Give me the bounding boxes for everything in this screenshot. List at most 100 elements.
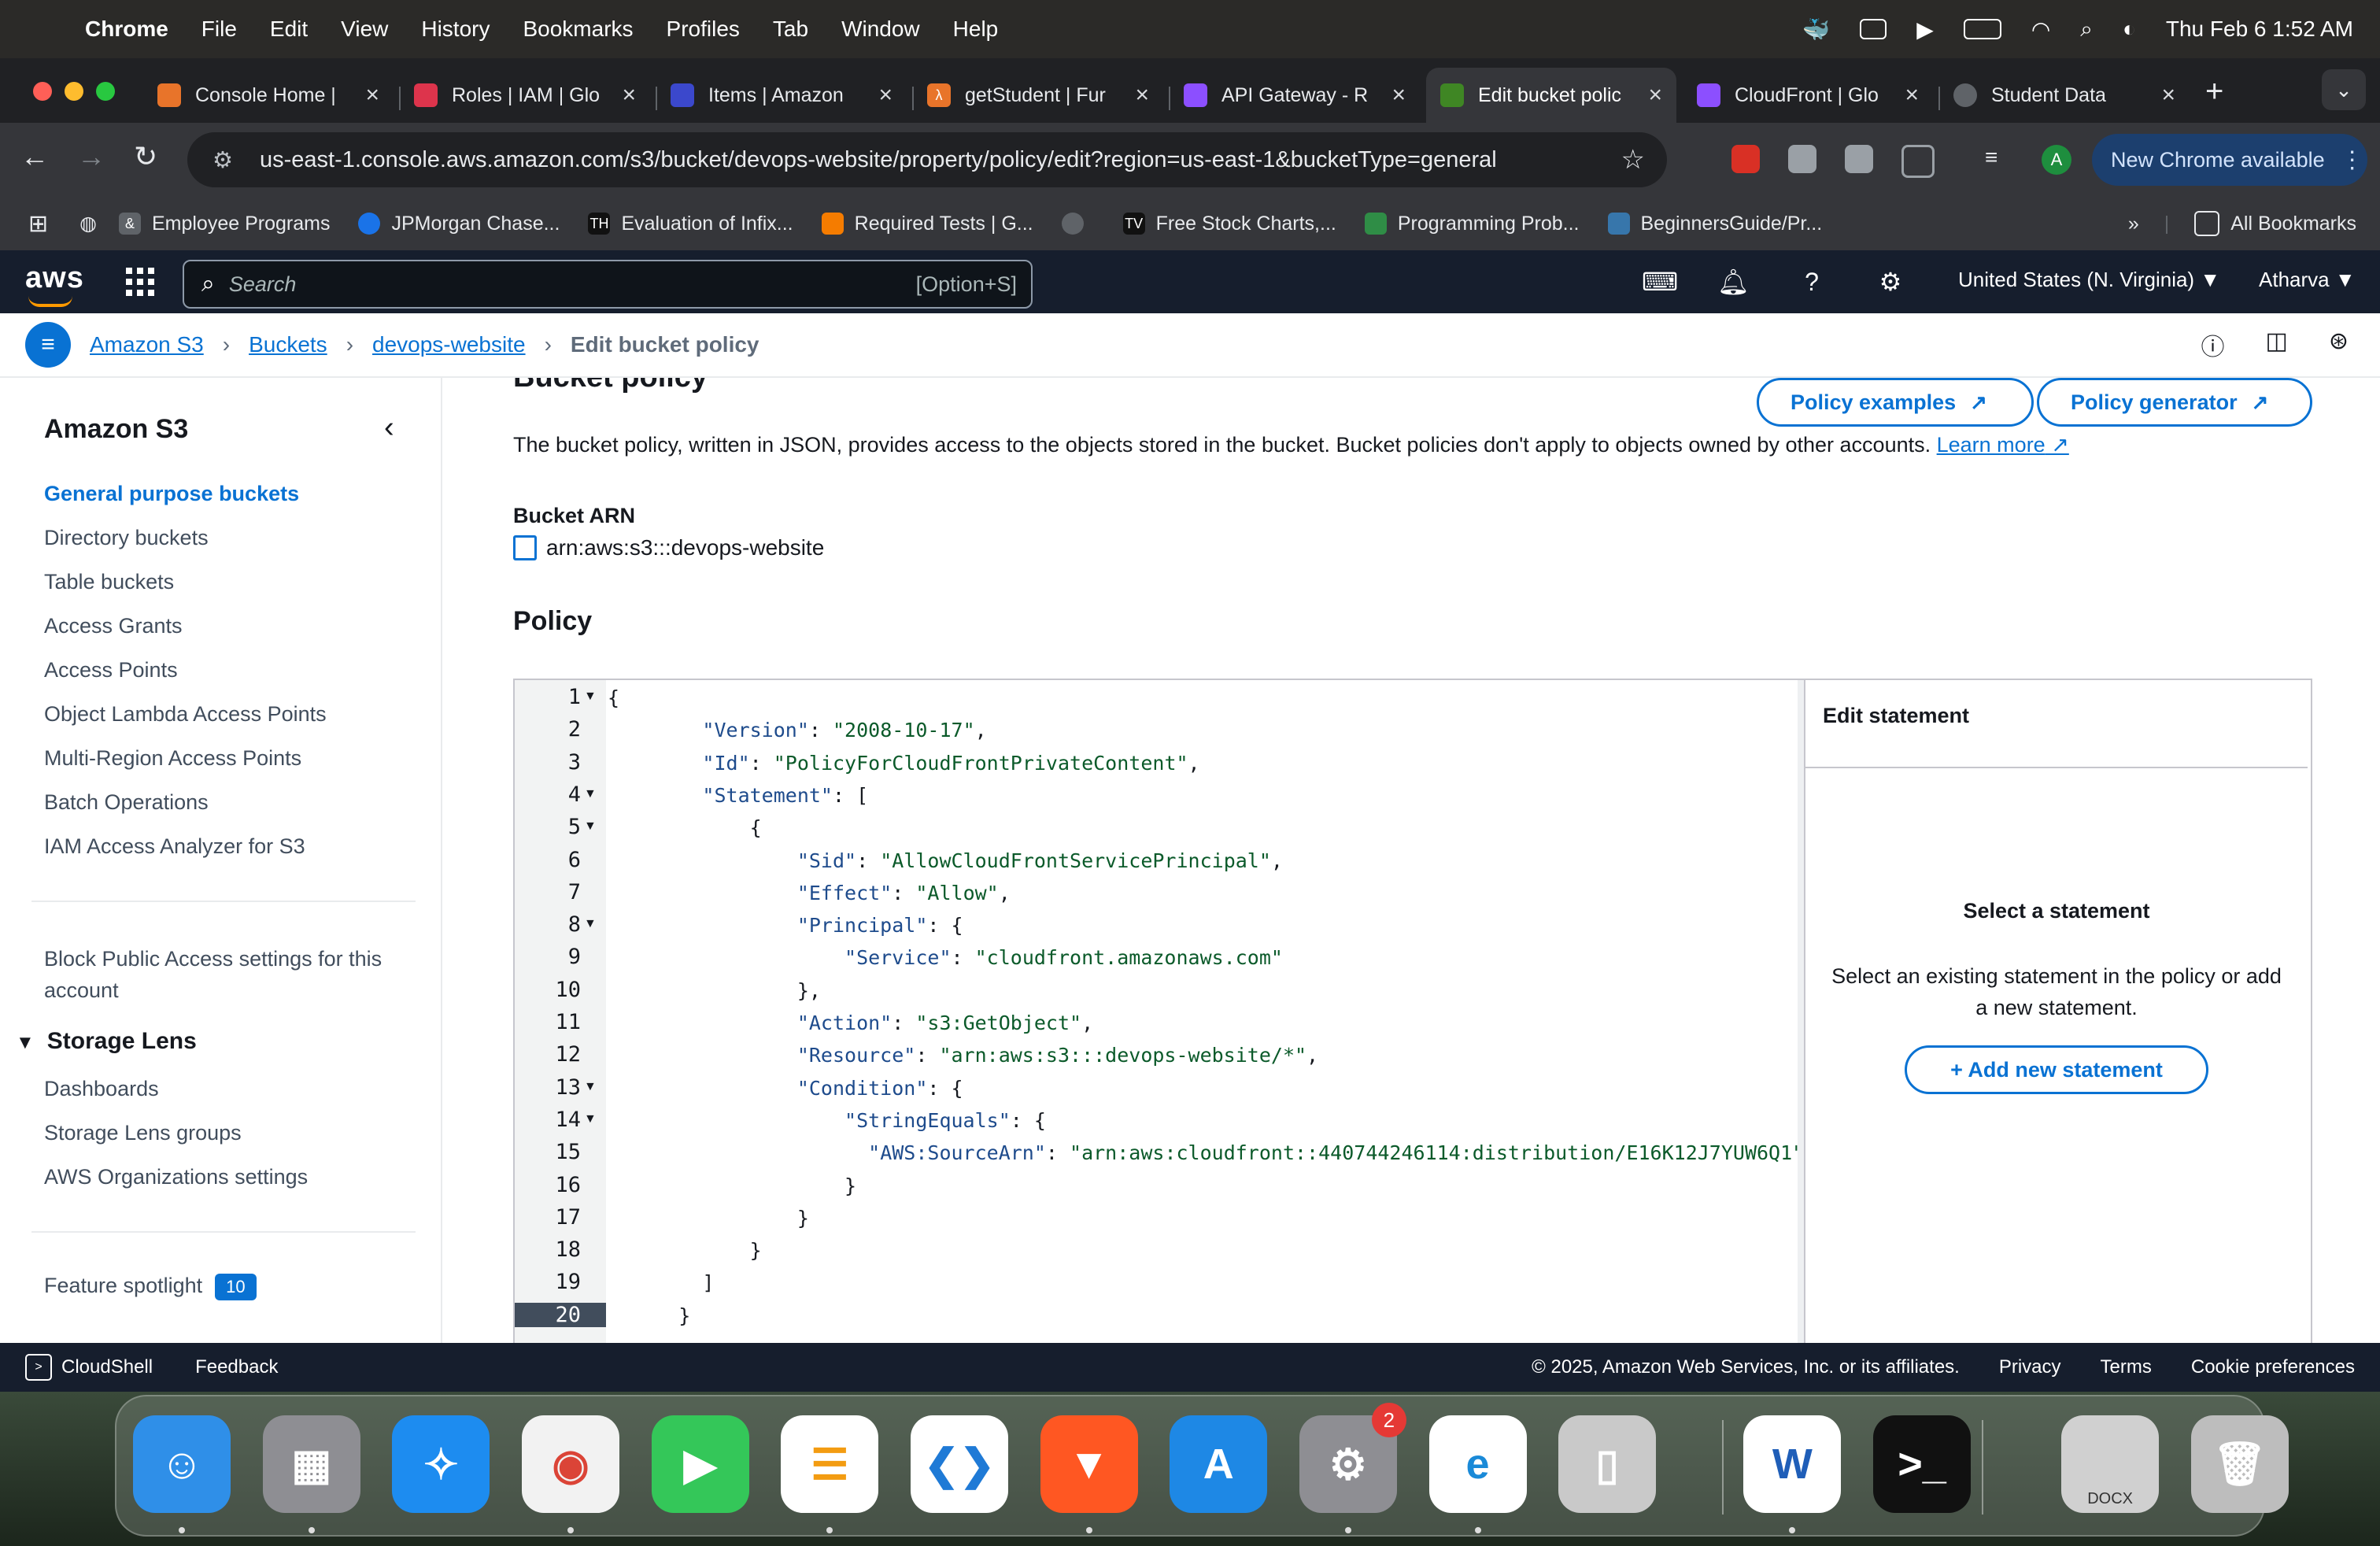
- breadcrumb-devops-website[interactable]: devops-website: [372, 332, 526, 357]
- zoom-window-icon[interactable]: [96, 82, 115, 101]
- menu-app-name[interactable]: Chrome: [85, 17, 168, 42]
- collapse-chevron-icon[interactable]: ‹: [384, 411, 394, 445]
- nav-directory-buckets[interactable]: Directory buckets: [44, 526, 209, 550]
- menu-help[interactable]: Help: [953, 17, 999, 42]
- minimize-window-icon[interactable]: [65, 82, 83, 101]
- tab-cloudfront[interactable]: CloudFront | Glo ×: [1683, 68, 1933, 123]
- fold-toggle-icon[interactable]: ▼: [584, 1112, 597, 1126]
- edge-icon[interactable]: e: [1428, 1415, 1527, 1513]
- tab-student-data[interactable]: Student Data ×: [1939, 68, 2190, 123]
- nav-table-buckets[interactable]: Table buckets: [44, 570, 174, 594]
- kebab-menu-icon[interactable]: ⋮: [2341, 146, 2364, 174]
- menu-bookmarks[interactable]: Bookmarks: [523, 17, 633, 42]
- add-new-statement-button[interactable]: + Add new statement: [1905, 1045, 2208, 1094]
- all-bookmarks[interactable]: All Bookmarks: [2194, 211, 2356, 236]
- tab-close-icon[interactable]: ×: [365, 82, 379, 109]
- feedback-icon[interactable]: ⊛: [2329, 327, 2349, 362]
- split-panel-icon[interactable]: ◫: [2266, 327, 2288, 362]
- document-stack-icon[interactable]: DOCX: [2061, 1415, 2160, 1513]
- menu-window[interactable]: Window: [841, 17, 920, 42]
- tab-edit-bucket-policy[interactable]: Edit bucket polic ×: [1426, 68, 1676, 123]
- tab-close-icon[interactable]: ×: [1648, 82, 1662, 109]
- code-line[interactable]: "Condition": {: [608, 1077, 963, 1100]
- vscode-icon[interactable]: ❮❯: [910, 1415, 1008, 1513]
- code-line[interactable]: "Principal": {: [608, 914, 963, 937]
- tab-iam-roles[interactable]: Roles | IAM | Glo ×: [400, 68, 650, 123]
- bookmark-star-icon[interactable]: ☆: [1621, 144, 1645, 176]
- menu-view[interactable]: View: [341, 17, 388, 42]
- tab-lambda-getstudent[interactable]: λ getStudent | Fur ×: [913, 68, 1163, 123]
- bookmark-programming-problems[interactable]: Programming Prob...: [1364, 213, 1580, 235]
- nav-feature-spotlight[interactable]: Feature spotlight 10: [44, 1274, 257, 1300]
- code-line[interactable]: "Version": "2008-10-17",: [608, 719, 986, 742]
- new-tab-plus-icon[interactable]: +: [2205, 74, 2223, 109]
- tab-search-chevron-icon[interactable]: ⌄: [2322, 69, 2366, 110]
- region-selector[interactable]: United States (N. Virginia) ▼: [1958, 268, 2220, 292]
- code-line[interactable]: "Effect": "Allow",: [608, 882, 1011, 904]
- back-arrow-icon[interactable]: ←: [20, 140, 49, 173]
- close-window-icon[interactable]: [33, 82, 52, 101]
- address-bar[interactable]: ⚙ us-east-1.console.aws.amazon.com/s3/bu…: [187, 132, 1667, 187]
- code-line[interactable]: }: [608, 1304, 690, 1327]
- cloudshell-button[interactable]: > CloudShell: [25, 1354, 153, 1381]
- forward-arrow-icon[interactable]: →: [77, 140, 105, 173]
- wifi-icon[interactable]: ◠: [2031, 17, 2050, 43]
- nav-access-points[interactable]: Access Points: [44, 658, 178, 682]
- globe-icon[interactable]: ◍: [79, 212, 97, 235]
- menu-history[interactable]: History: [421, 17, 490, 42]
- iphone-mirroring-icon[interactable]: ▯: [1558, 1415, 1657, 1513]
- nav-block-public-access[interactable]: Block Public Access settings for this ac…: [44, 943, 406, 1006]
- word-icon[interactable]: W: [1743, 1415, 1842, 1513]
- safari-icon[interactable]: ✧: [392, 1415, 490, 1513]
- policy-examples-button[interactable]: Policy examples ↗: [1757, 378, 2034, 427]
- copy-icon[interactable]: [513, 535, 537, 560]
- menu-datetime[interactable]: Thu Feb 6 1:52 AM: [2166, 17, 2353, 42]
- aws-logo[interactable]: aws: [25, 261, 84, 307]
- notifications-bell-icon[interactable]: 🔔︎: [1717, 266, 1750, 298]
- facetime-icon[interactable]: ▶: [651, 1415, 749, 1513]
- control-center-icon[interactable]: ◐: [2123, 17, 2136, 42]
- code-line[interactable]: "Service": "cloudfront.amazonaws.com": [608, 946, 1283, 969]
- tab-close-icon[interactable]: ×: [622, 82, 636, 109]
- code-line[interactable]: },: [608, 979, 821, 1002]
- bookmark-jpmorgan[interactable]: JPMorgan Chase...: [358, 213, 560, 235]
- code-line[interactable]: ]: [608, 1271, 714, 1294]
- camera-extension-icon[interactable]: [1788, 145, 1816, 173]
- info-icon[interactable]: ⓘ: [2201, 327, 2225, 362]
- nav-storage-lens-header[interactable]: ▼ Storage Lens: [16, 1028, 197, 1055]
- code-line[interactable]: "AWS:SourceArn": "arn:aws:cloudfront::44…: [608, 1141, 1804, 1164]
- policy-generator-button[interactable]: Policy generator ↗: [2037, 378, 2312, 427]
- fold-toggle-icon[interactable]: ▼: [584, 1080, 597, 1094]
- fold-toggle-icon[interactable]: ▼: [584, 917, 597, 931]
- brave-icon[interactable]: ▼: [1040, 1415, 1138, 1513]
- launchpad-icon[interactable]: ▦: [262, 1415, 360, 1513]
- cloudshell-icon[interactable]: ⌨: [1642, 266, 1678, 298]
- new-chrome-available-button[interactable]: New Chrome available ⋮: [2092, 134, 2367, 186]
- settings-gear-icon[interactable]: ⚙: [1875, 266, 1906, 298]
- terminal-icon[interactable]: >_: [1873, 1415, 1971, 1513]
- terms-link[interactable]: Terms: [2101, 1356, 2152, 1378]
- bookmark-employee-programs[interactable]: & Employee Programs: [118, 213, 330, 235]
- services-grid-icon[interactable]: [126, 268, 154, 296]
- nav-batch-operations[interactable]: Batch Operations: [44, 790, 209, 815]
- hamburger-menu-icon[interactable]: ≡: [25, 322, 71, 368]
- screen-mirroring-icon[interactable]: [1860, 19, 1887, 39]
- reading-list-icon[interactable]: ≡: [1985, 145, 2013, 173]
- breadcrumb-amazon-s3[interactable]: Amazon S3: [90, 332, 204, 357]
- bookmark-required-tests[interactable]: Required Tests | G...: [821, 213, 1033, 235]
- tab-dynamodb-items[interactable]: Items | Amazon ×: [656, 68, 907, 123]
- profile-avatar[interactable]: A: [2042, 145, 2071, 175]
- finder-icon[interactable]: ☺: [133, 1415, 231, 1513]
- aws-search-input[interactable]: ⌕ Search [Option+S]: [183, 260, 1033, 309]
- url-text[interactable]: us-east-1.console.aws.amazon.com/s3/buck…: [260, 147, 1497, 173]
- menu-edit[interactable]: Edit: [270, 17, 308, 42]
- globe-bookmark[interactable]: [1061, 213, 1095, 235]
- youtube-extension-icon[interactable]: [1731, 145, 1760, 173]
- policy-json-editor[interactable]: 1 ▼ 2 3 4 ▼ 5 ▼ 6 7 8 ▼ 9 10 11 12 13 ▼ 14 ▼ 15 16 17 18 19 20 { …: [513, 679, 1805, 1343]
- nav-object-lambda-access-points[interactable]: Object Lambda Access Points: [44, 702, 327, 727]
- chrome-icon[interactable]: ◉: [522, 1415, 620, 1513]
- code-line[interactable]: "Resource": "arn:aws:s3:::devops-website…: [608, 1044, 1318, 1067]
- learn-more-link[interactable]: Learn more ↗: [1937, 433, 2069, 457]
- code-line[interactable]: }: [608, 1207, 809, 1230]
- menu-profiles[interactable]: Profiles: [667, 17, 740, 42]
